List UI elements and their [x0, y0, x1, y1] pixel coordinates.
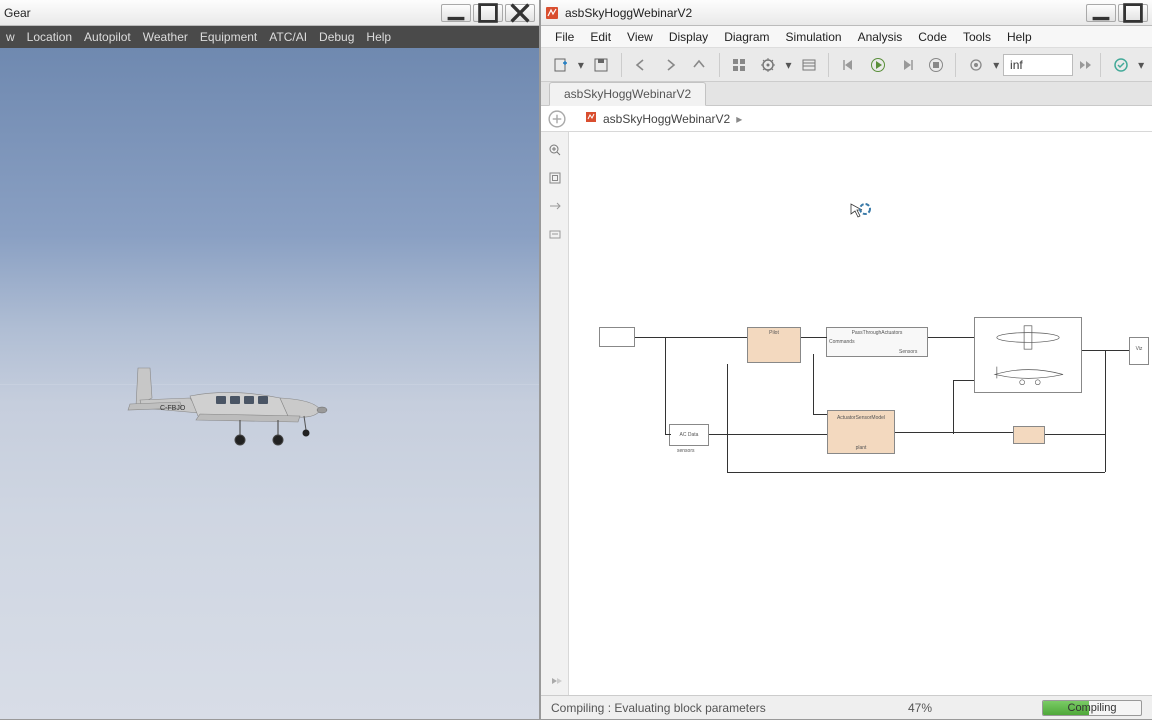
menu-analysis[interactable]: Analysis: [850, 30, 911, 44]
record-caret[interactable]: ▾: [991, 52, 1001, 78]
fit-view-icon[interactable]: [541, 164, 568, 192]
menu-view[interactable]: View: [619, 30, 661, 44]
forward-button[interactable]: [657, 52, 684, 78]
hide-browser-icon[interactable]: [547, 109, 567, 129]
breadcrumb-caret-icon[interactable]: ▸: [736, 112, 742, 126]
zoom-in-icon[interactable]: [541, 136, 568, 164]
breadcrumb-root[interactable]: asbSkyHoggWebinarV2: [603, 112, 730, 126]
model-explorer-button[interactable]: [795, 52, 822, 78]
simulink-app-icon: [545, 6, 559, 20]
run-button[interactable]: [864, 52, 891, 78]
new-model-caret[interactable]: ▾: [576, 52, 586, 78]
menu-help[interactable]: Help: [999, 30, 1040, 44]
maximize-button[interactable]: [1118, 4, 1148, 22]
progress-percent: 47%: [908, 701, 932, 715]
fg-menu-equipment[interactable]: Equipment: [194, 30, 263, 44]
status-text: Compiling : Evaluating block parameters: [551, 701, 908, 715]
block-gain[interactable]: [1013, 426, 1045, 444]
menu-edit[interactable]: Edit: [582, 30, 619, 44]
aircraft-model: C-FBJO: [120, 358, 330, 453]
new-model-button[interactable]: [547, 52, 574, 78]
simulink-tabstrip: asbSkyHoggWebinarV2: [541, 82, 1152, 106]
close-button[interactable]: [505, 4, 535, 22]
breadcrumb-bar: asbSkyHoggWebinarV2 ▸: [541, 106, 1152, 132]
block-pilot[interactable]: Pilot: [747, 327, 801, 363]
fast-restart-button[interactable]: [1075, 52, 1094, 78]
show-browser-icon[interactable]: [541, 667, 568, 695]
model-tab[interactable]: asbSkyHoggWebinarV2: [549, 82, 706, 106]
build-caret[interactable]: ▾: [1136, 52, 1146, 78]
record-button[interactable]: [962, 52, 989, 78]
config-caret[interactable]: ▾: [784, 52, 794, 78]
normal-view-icon[interactable]: [541, 192, 568, 220]
maximize-button[interactable]: [473, 4, 503, 22]
fg-menu-debug[interactable]: Debug: [313, 30, 360, 44]
menu-file[interactable]: File: [547, 30, 582, 44]
minimize-button[interactable]: [441, 4, 471, 22]
fg-menu-help[interactable]: Help: [360, 30, 397, 44]
simulink-window: asbSkyHoggWebinarV2 File Edit View Displ…: [540, 0, 1152, 720]
menu-tools[interactable]: Tools: [955, 30, 999, 44]
explorer-toolbar: [541, 132, 569, 695]
busy-cursor-icon: [849, 202, 871, 224]
simulink-titlebar: asbSkyHoggWebinarV2: [541, 0, 1152, 26]
menu-display[interactable]: Display: [661, 30, 716, 44]
step-forward-button[interactable]: [893, 52, 920, 78]
menu-simulation[interactable]: Simulation: [778, 30, 850, 44]
fg-menu-view[interactable]: w: [0, 30, 21, 44]
flightgear-viewport[interactable]: C-FBJO: [0, 48, 539, 719]
back-button[interactable]: [628, 52, 655, 78]
progress-bar: Compiling: [1042, 700, 1142, 716]
fg-menu-location[interactable]: Location: [21, 30, 78, 44]
flightgear-window: Gear w Location Autopilot Weather Equipm…: [0, 0, 540, 720]
block-vehicle-schematic[interactable]: [974, 317, 1082, 393]
library-browser-button[interactable]: [726, 52, 753, 78]
flightgear-titlebar: Gear: [0, 0, 539, 26]
save-button[interactable]: [588, 52, 615, 78]
progress-label: Compiling: [1043, 701, 1141, 715]
stop-button[interactable]: [922, 52, 949, 78]
simulink-title: asbSkyHoggWebinarV2: [565, 6, 1086, 20]
fg-menu-weather[interactable]: Weather: [137, 30, 194, 44]
menu-code[interactable]: Code: [910, 30, 955, 44]
stop-time-input[interactable]: [1003, 54, 1073, 76]
breadcrumb-model-icon: [585, 111, 597, 126]
step-back-button[interactable]: [835, 52, 862, 78]
build-button[interactable]: [1107, 52, 1134, 78]
block-outport-viz[interactable]: Viz: [1129, 337, 1149, 365]
fg-menu-autopilot[interactable]: Autopilot: [78, 30, 137, 44]
up-button[interactable]: [686, 52, 713, 78]
simulink-menubar: File Edit View Display Diagram Simulatio…: [541, 26, 1152, 48]
block-inport[interactable]: [599, 327, 635, 347]
flightgear-menubar: w Location Autopilot Weather Equipment A…: [0, 26, 539, 48]
simulink-statusbar: Compiling : Evaluating block parameters …: [541, 695, 1152, 719]
fg-menu-atcai[interactable]: ATC/AI: [263, 30, 313, 44]
flightgear-title: Gear: [4, 6, 441, 20]
block-actuator-sensor-model[interactable]: ActuatorSensorModel plant: [827, 410, 895, 454]
annotations-icon[interactable]: [541, 220, 568, 248]
svg-text:C-FBJO: C-FBJO: [160, 405, 186, 412]
diagram-canvas[interactable]: Pilot PassThroughActuators Commands Sens…: [569, 132, 1152, 695]
block-acdata[interactable]: AC Data: [669, 424, 709, 446]
simulink-toolbar: ▾ ▾ ▾ ▾: [541, 48, 1152, 82]
menu-diagram[interactable]: Diagram: [716, 30, 777, 44]
model-config-button[interactable]: [755, 52, 782, 78]
minimize-button[interactable]: [1086, 4, 1116, 22]
